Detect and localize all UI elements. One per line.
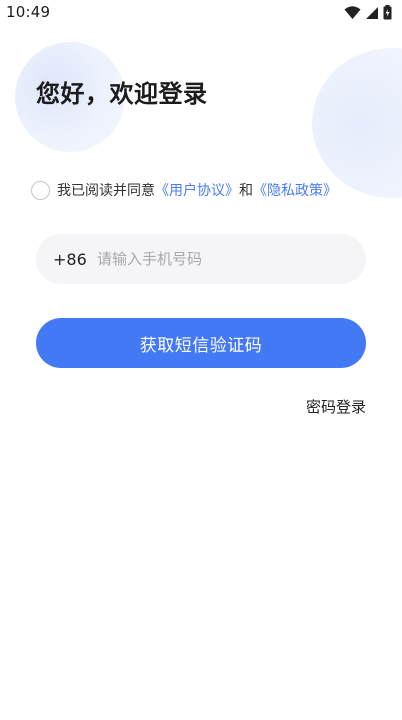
phone-input[interactable] (97, 239, 337, 279)
password-login-link[interactable]: 密码登录 (306, 396, 366, 417)
agreement-prefix: 我已阅读并同意 (57, 183, 155, 199)
privacy-policy-link[interactable]: 《隐私政策》 (253, 180, 337, 200)
wifi-icon (344, 5, 361, 20)
agreement-row: 我已阅读并同意 《用户协议》 和 《隐私政策》 (31, 180, 337, 200)
phone-field: +86 (36, 234, 366, 284)
signal-icon (365, 6, 379, 20)
status-time: 10:49 (6, 3, 51, 21)
status-icons (344, 5, 392, 20)
login-screen: 10:49 您好，欢迎登录 我已阅读并同意 《用户协议》 和 《隐私政策》 +8… (0, 0, 402, 720)
country-code[interactable]: +86 (53, 250, 97, 269)
agreement-conjunction: 和 (239, 183, 253, 199)
battery-icon (383, 5, 392, 20)
agreement-checkbox[interactable] (31, 180, 50, 200)
get-sms-code-button[interactable]: 获取短信验证码 (36, 318, 366, 368)
decorative-circle-right (312, 48, 402, 198)
page-title: 您好，欢迎登录 (36, 80, 208, 108)
user-agreement-link[interactable]: 《用户协议》 (155, 180, 239, 200)
status-bar: 10:49 (0, 0, 402, 26)
